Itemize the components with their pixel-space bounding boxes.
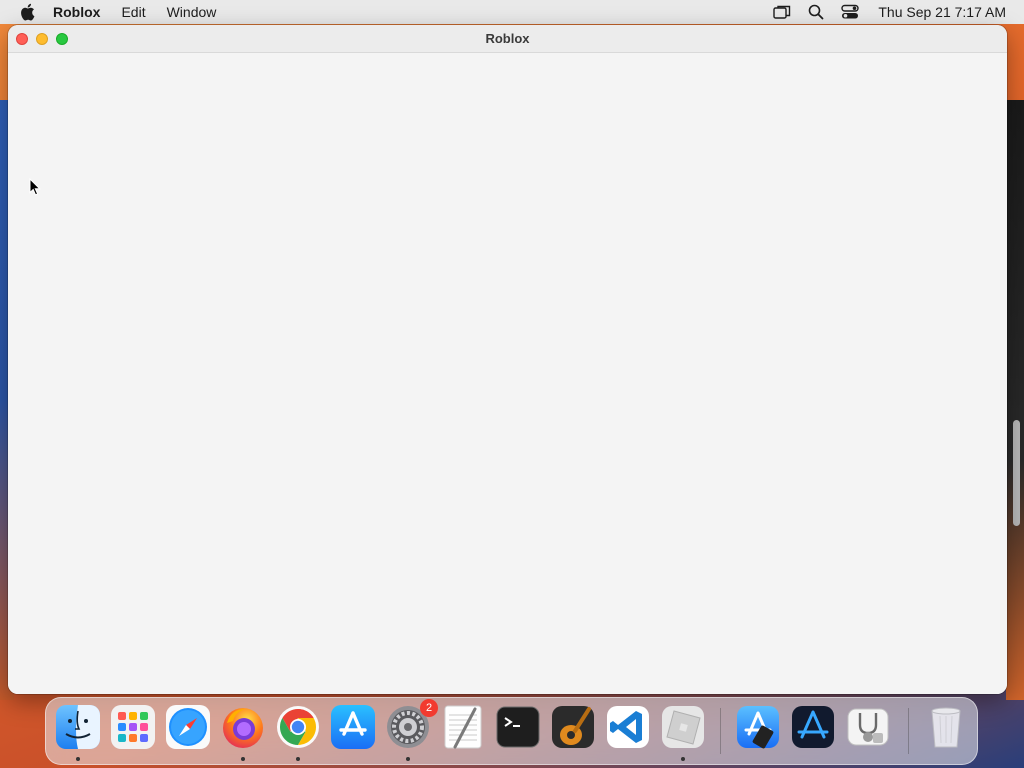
roblox-icon xyxy=(662,706,704,748)
menu-window[interactable]: Window xyxy=(167,4,217,20)
launchpad-icon xyxy=(111,705,155,749)
dock-item-firefox[interactable] xyxy=(219,703,267,751)
dock-item-instruments[interactable] xyxy=(789,703,837,751)
dock-item-disk-utility[interactable] xyxy=(844,703,892,751)
dock-item-launchpad[interactable] xyxy=(109,703,157,751)
disk-utility-icon xyxy=(847,708,889,746)
dock-item-textedit[interactable] xyxy=(439,703,487,751)
menu-bar-clock[interactable]: Thu Sep 21 7:17 AM xyxy=(878,4,1006,20)
window-title-bar[interactable]: Roblox xyxy=(8,25,1007,53)
running-indicator-finder xyxy=(76,757,80,761)
mouse-cursor-icon xyxy=(29,178,41,196)
traffic-lights xyxy=(16,33,76,45)
screen-mirroring-icon[interactable] xyxy=(772,3,792,21)
window-title: Roblox xyxy=(485,31,530,46)
apple-menu-icon[interactable] xyxy=(17,2,37,22)
safari-icon xyxy=(166,705,210,749)
roblox-window: Roblox xyxy=(8,25,1007,694)
dock-item-vscode[interactable] xyxy=(604,703,652,751)
garageband-icon xyxy=(552,706,594,748)
dock-separator-trash xyxy=(908,708,909,754)
firefox-icon xyxy=(223,708,263,748)
dock-separator xyxy=(720,708,721,754)
dock: 2 xyxy=(45,697,978,765)
dock-item-roblox[interactable] xyxy=(659,703,707,751)
window-minimize-button[interactable] xyxy=(36,33,48,45)
xcode-installer-icon xyxy=(737,706,779,749)
status-area: Thu Sep 21 7:17 AM xyxy=(772,3,1024,21)
window-close-button[interactable] xyxy=(16,33,28,45)
running-indicator-roblox xyxy=(681,757,685,761)
window-zoom-button[interactable] xyxy=(56,33,68,45)
window-content-area[interactable] xyxy=(8,53,1007,694)
dock-item-chrome[interactable] xyxy=(274,703,322,751)
spotlight-search-icon[interactable] xyxy=(806,3,826,21)
running-indicator-system-preferences xyxy=(406,757,410,761)
app-store-icon xyxy=(331,705,375,749)
wallpaper-right xyxy=(1006,100,1024,700)
background-scroll-thumb[interactable] xyxy=(1013,420,1020,526)
vscode-icon xyxy=(607,706,649,748)
dock-item-finder[interactable] xyxy=(54,703,102,751)
menu-app-name[interactable]: Roblox xyxy=(53,4,100,20)
chrome-icon xyxy=(277,706,319,748)
dock-item-app-store[interactable] xyxy=(329,703,377,751)
dock-item-trash[interactable] xyxy=(922,703,970,751)
dock-item-safari[interactable] xyxy=(164,703,212,751)
trash-icon xyxy=(931,707,961,748)
dock-item-terminal[interactable] xyxy=(494,703,542,751)
terminal-icon xyxy=(496,706,540,748)
textedit-icon xyxy=(444,705,482,749)
finder-icon xyxy=(56,705,100,749)
dock-item-xcode-installer[interactable] xyxy=(734,703,782,751)
instruments-icon xyxy=(792,706,834,748)
menu-bar: Roblox Edit Window Thu Sep 21 7:17 AM xyxy=(0,0,1024,24)
control-center-icon[interactable] xyxy=(840,3,860,21)
running-indicator-chrome xyxy=(296,757,300,761)
menu-edit[interactable]: Edit xyxy=(121,4,145,20)
dock-item-garageband[interactable] xyxy=(549,703,597,751)
dock-item-system-preferences[interactable]: 2 xyxy=(384,699,438,751)
notification-badge: 2 xyxy=(420,699,438,717)
running-indicator-firefox xyxy=(241,757,245,761)
